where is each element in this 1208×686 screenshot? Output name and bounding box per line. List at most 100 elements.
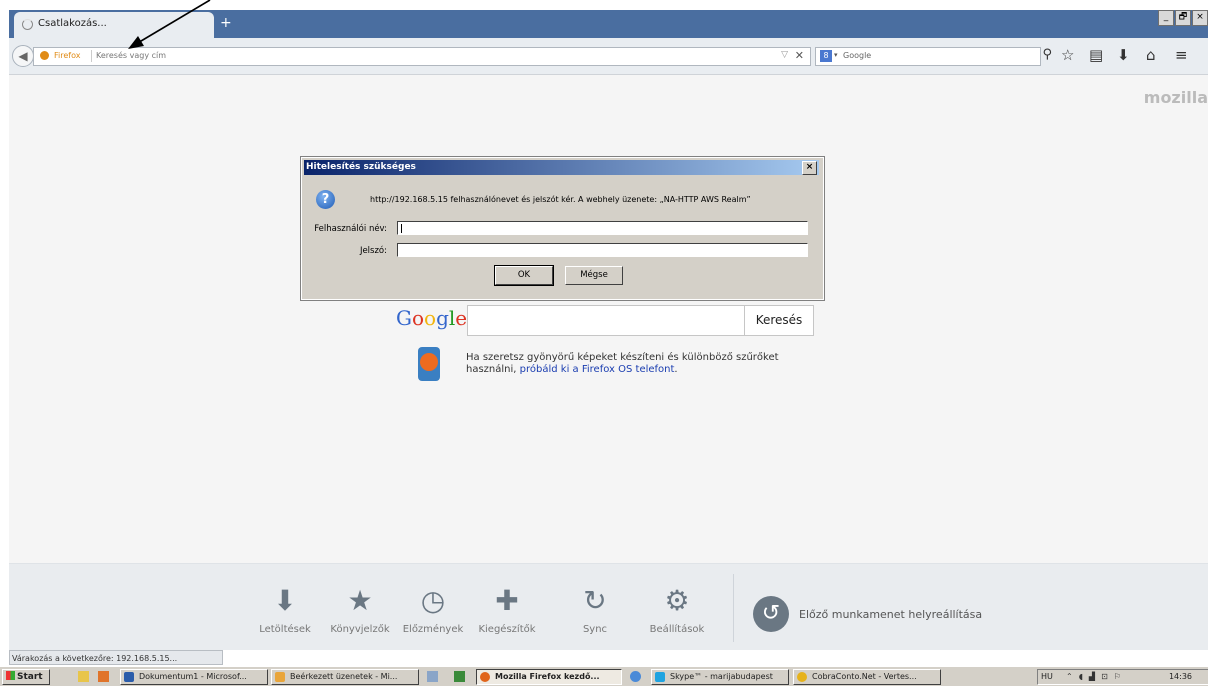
google-search-button[interactable]: Keresés <box>744 305 814 336</box>
system-tray: HU ⌃◖▟⊡⚐ 14:36 <box>1037 669 1208 685</box>
mozilla-wordmark: mozilla <box>1143 88 1208 107</box>
title-bar: Csatlakozás... + _ 🗗 × <box>0 0 1208 38</box>
username-field[interactable] <box>397 221 808 235</box>
question-icon: ? <box>316 190 335 209</box>
excel-quicklaunch-icon[interactable] <box>454 671 465 682</box>
taskbar-label: CobraConto.Net - Vertes... <box>812 672 917 681</box>
launcher-label: Sync <box>582 624 608 635</box>
window-controls: _ 🗗 × <box>1158 10 1208 26</box>
launcher-addons[interactable]: ✚ Kiegészítők <box>467 584 547 636</box>
windows-taskbar: Start Dokumentum1 - Microsof... Beérkeze… <box>0 666 1208 686</box>
taskbar-word[interactable]: Dokumentum1 - Microsof... <box>120 669 268 685</box>
downloads-icon[interactable]: ⬇ <box>1117 47 1130 63</box>
password-label: Jelszó: <box>359 246 387 256</box>
bookmark-star-icon[interactable]: ☆ <box>1061 47 1074 63</box>
history-dropdown-icon[interactable]: ▽ <box>781 50 788 60</box>
taskbar-label: Beérkezett üzenetek - Mi... <box>290 672 398 681</box>
explorer-quicklaunch-icon[interactable] <box>78 671 89 682</box>
close-window-button[interactable]: × <box>1192 10 1208 26</box>
launcher-downloads[interactable]: ⬇ Letöltések <box>245 584 325 636</box>
skype-icon <box>655 672 665 682</box>
launcher-sync[interactable]: ↻ Sync <box>555 584 635 636</box>
auth-dialog: Hitelesítés szükséges × ? http://192.168… <box>300 156 825 301</box>
url-divider <box>91 50 92 62</box>
new-tab-button[interactable]: + <box>220 16 232 30</box>
url-bar[interactable]: Firefox Keresés vagy cím ▽ ✕ <box>33 47 811 66</box>
media-quicklaunch-icon[interactable] <box>98 671 109 682</box>
dialog-close-button[interactable]: × <box>802 161 817 175</box>
navigation-toolbar: ◀ Firefox Keresés vagy cím ▽ ✕ 8 ▾ Googl… <box>9 38 1208 75</box>
snippet: Ha szeretsz gyönyörű képeket készíteni é… <box>466 352 796 376</box>
launcher-divider <box>733 574 734 642</box>
firefox-identity-icon <box>40 51 49 60</box>
launcher-label: Beállítások <box>649 624 705 635</box>
launcher-settings[interactable]: ⚙ Beállítások <box>637 584 717 636</box>
cobraconto-icon <box>797 672 807 682</box>
text-caret <box>401 224 402 233</box>
outlook-icon <box>275 672 285 682</box>
start-button[interactable]: Start <box>2 669 50 685</box>
password-field[interactable] <box>397 243 808 257</box>
windows-logo-icon <box>6 671 15 680</box>
ok-button[interactable]: OK <box>494 265 554 286</box>
launcher-label: Letöltések <box>259 624 311 635</box>
restore-label: Előző munkamenet helyreállítása <box>799 607 983 621</box>
addons-icon: ✚ <box>495 584 519 617</box>
language-indicator[interactable]: HU <box>1041 670 1053 684</box>
clock: 14:36 <box>1168 672 1192 681</box>
back-button[interactable]: ◀ <box>12 45 34 67</box>
dialog-title: Hitelesítés szükséges <box>306 162 416 172</box>
restore-session-button[interactable]: ↺ Előző munkamenet helyreállítása <box>753 596 982 632</box>
loading-throbber-icon <box>22 19 33 30</box>
history-icon: ◷ <box>420 584 446 617</box>
settings-icon: ⚙ <box>664 584 690 617</box>
home-icon[interactable]: ⌂ <box>1146 47 1156 63</box>
taskbar-label: Skype™ - marijabudapest <box>670 672 773 681</box>
launcher-label: Kiegészítők <box>478 624 536 635</box>
taskbar-label: Dokumentum1 - Microsof... <box>139 672 247 681</box>
firefox-icon <box>480 672 490 682</box>
firefox-os-phone-icon <box>418 347 440 381</box>
minimize-button[interactable]: _ <box>1158 10 1174 26</box>
launcher-label: Előzmények <box>402 624 464 635</box>
google-logo: Google <box>396 306 468 330</box>
app-quicklaunch-icon[interactable] <box>427 671 438 682</box>
launcher-bookmarks[interactable]: ★ Könyvjelzők <box>320 584 400 636</box>
bookmark-icon: ★ <box>347 584 373 617</box>
restore-icon: ↺ <box>753 596 789 632</box>
maximize-button[interactable]: 🗗 <box>1175 10 1191 26</box>
url-input[interactable]: Keresés vagy cím <box>96 51 166 60</box>
tab-title: Csatlakozás... <box>38 18 107 29</box>
ie-quicklaunch-icon[interactable] <box>630 671 641 682</box>
download-icon: ⬇ <box>273 584 297 617</box>
taskbar-skype[interactable]: Skype™ - marijabudapest <box>651 669 789 685</box>
taskbar-outlook[interactable]: Beérkezett üzenetek - Mi... <box>271 669 419 685</box>
engine-dropdown-icon[interactable]: ▾ <box>834 51 838 59</box>
word-icon <box>124 672 134 682</box>
snippet-link[interactable]: próbáld ki a Firefox OS telefont <box>520 364 675 375</box>
dialog-message: http://192.168.5.15 felhasználónevet és … <box>370 195 751 204</box>
sync-icon: ↻ <box>583 584 607 617</box>
taskbar-cobraconto[interactable]: CobraConto.Net - Vertes... <box>793 669 941 685</box>
cancel-button[interactable]: Mégse <box>565 266 623 285</box>
taskbar-firefox[interactable]: Mozilla Firefox kezdő... <box>476 669 622 685</box>
bookmarks-menu-icon[interactable]: ▤ <box>1089 47 1103 63</box>
google-engine-icon[interactable]: 8 <box>820 50 832 62</box>
tab-loading[interactable]: Csatlakozás... <box>14 12 214 38</box>
identity-label: Firefox <box>54 51 81 60</box>
launcher-history[interactable]: ◷ Előzmények <box>393 584 473 636</box>
search-bar[interactable]: 8 ▾ Google ⚲ <box>815 47 1052 66</box>
search-icon[interactable]: ⚲ <box>1042 47 1052 62</box>
dialog-title-bar: Hitelesítés szükséges × <box>304 160 819 175</box>
username-label: Felhasználói név: <box>314 224 387 234</box>
search-input[interactable]: Google <box>843 51 871 60</box>
launcher-label: Könyvjelzők <box>330 624 390 635</box>
google-search-input[interactable] <box>467 305 745 336</box>
snippet-end: . <box>674 364 678 375</box>
status-panel: Várakozás a következőre: 192.168.5.15... <box>9 650 223 665</box>
stop-icon[interactable]: ✕ <box>795 49 804 62</box>
launcher-bar: ⬇ Letöltések ★ Könyvjelzők ◷ Előzmények … <box>9 563 1208 650</box>
taskbar-label: Mozilla Firefox kezdő... <box>495 672 600 681</box>
menu-icon[interactable]: ≡ <box>1175 47 1188 63</box>
tray-icons[interactable]: ⌃◖▟⊡⚐ <box>1066 670 1127 684</box>
